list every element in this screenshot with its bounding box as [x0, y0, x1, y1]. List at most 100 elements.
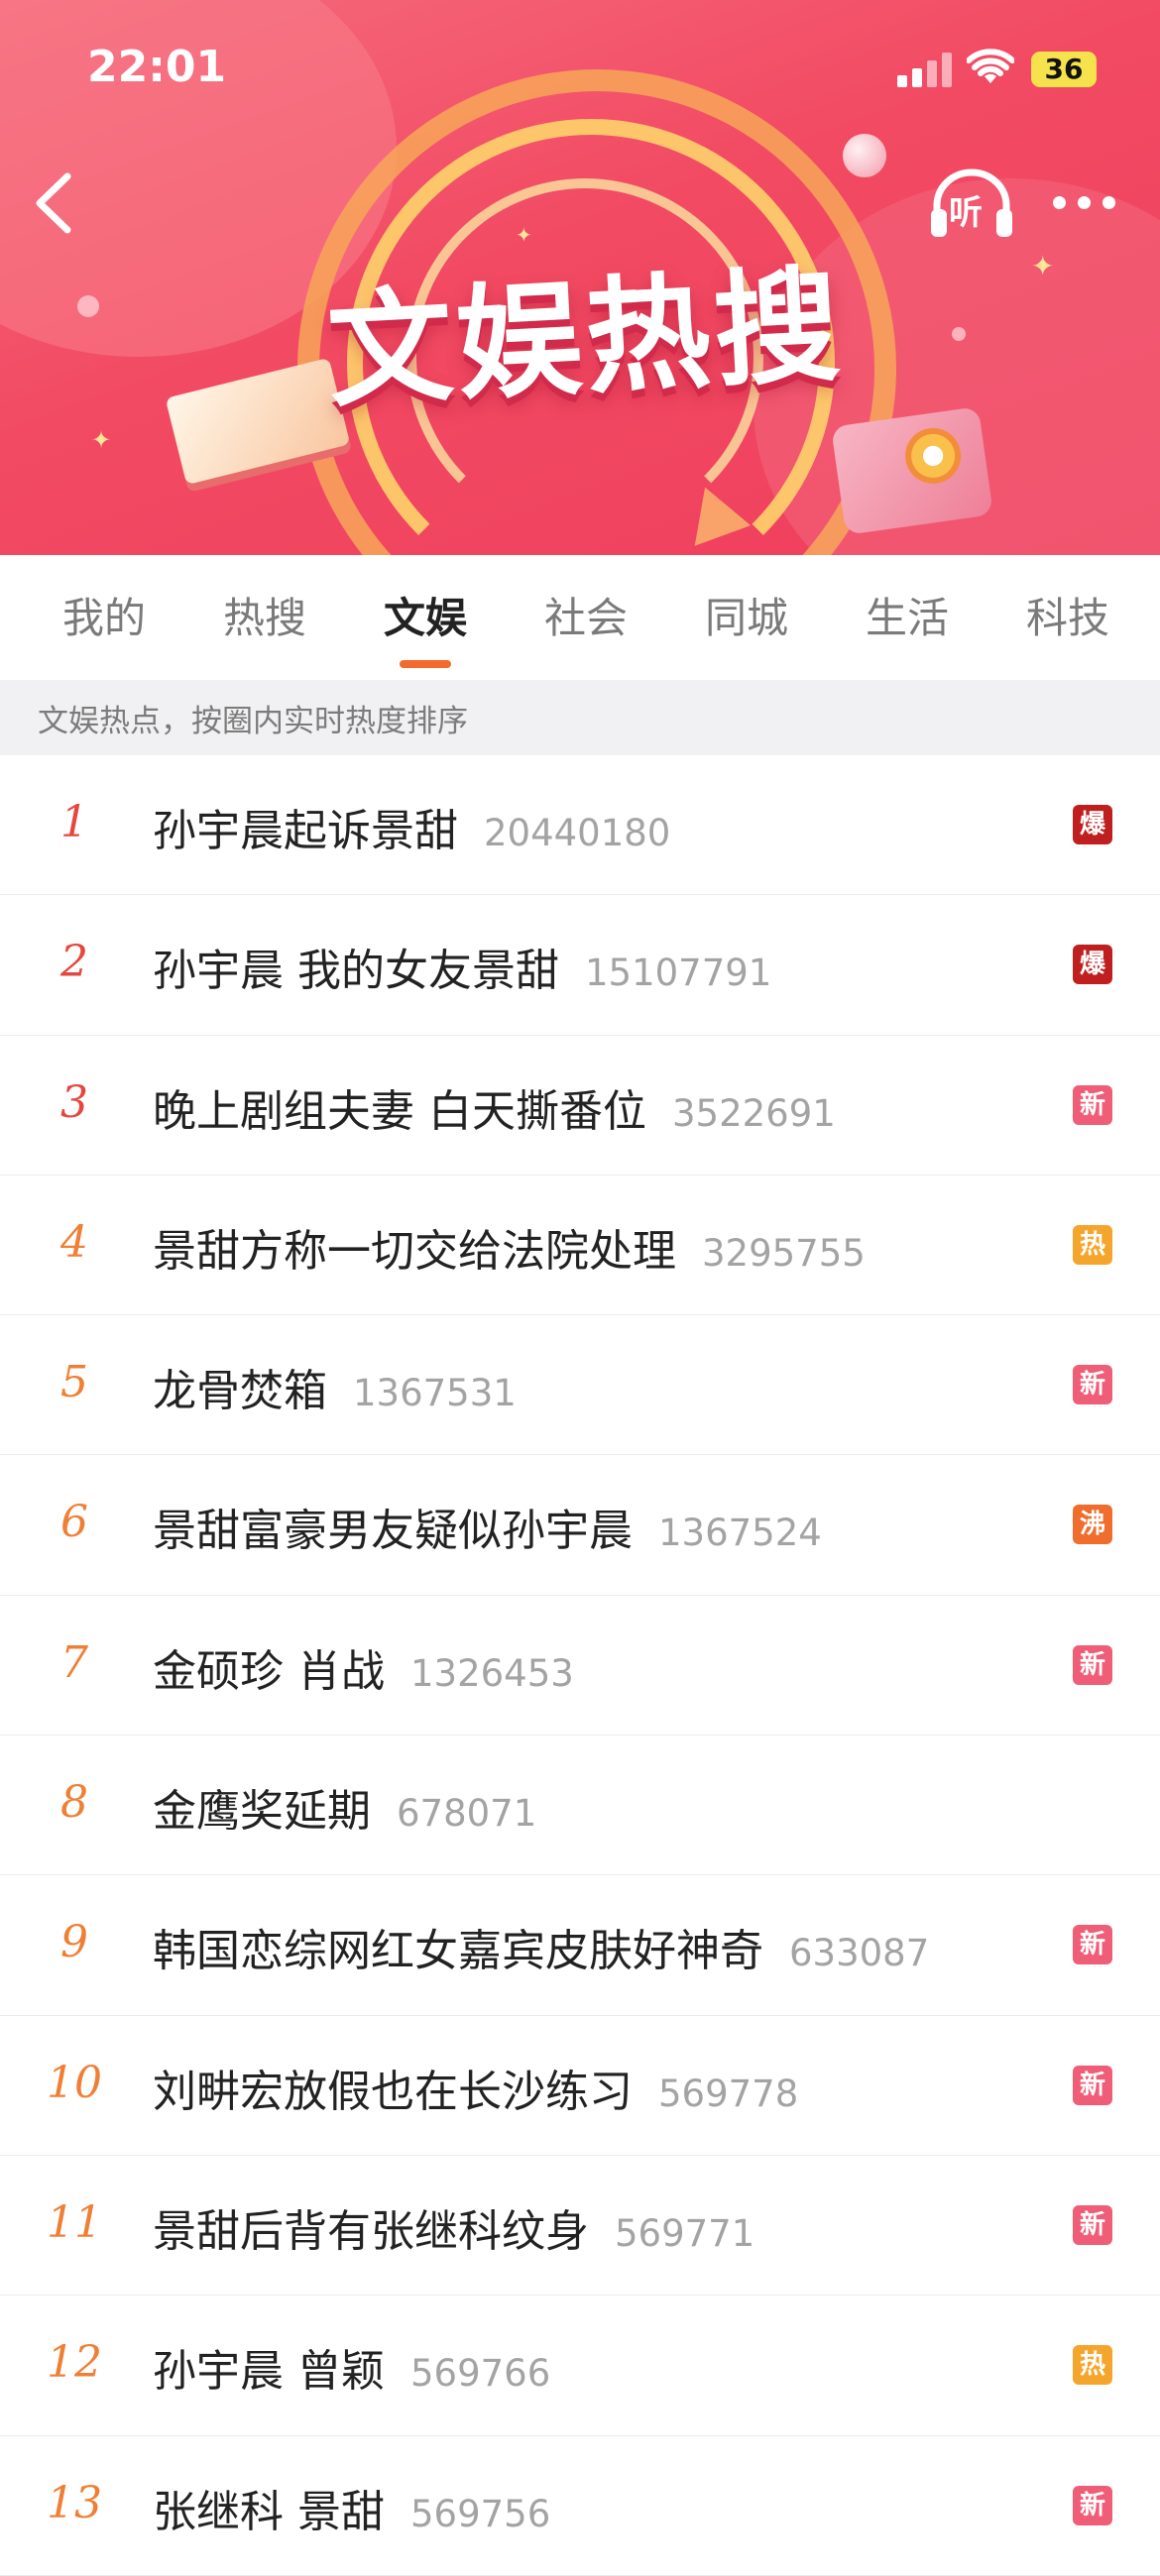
- heat-count: 20440180: [484, 812, 671, 854]
- item-title: 韩国恋综网红女嘉宾皮肤好神奇: [153, 1926, 763, 1977]
- tab-life[interactable]: 生活: [866, 585, 949, 645]
- status-time: 22:01: [87, 42, 227, 92]
- tab-local[interactable]: 同城: [705, 585, 788, 645]
- item-title-line: 晚上剧组夫妻 白天撕番位 3522691: [153, 1075, 836, 1139]
- listen-label: 听: [949, 193, 983, 233]
- item-title-line: 景甜富豪男友疑似孙宇晨 1367524: [153, 1495, 822, 1558]
- status-badge: 热: [1073, 2345, 1112, 2386]
- tab-hot-search[interactable]: 热搜: [223, 585, 306, 645]
- item-title-line: 刘畊宏放假也在长沙练习 569778: [153, 2056, 798, 2119]
- item-title: 孙宇晨 曾颖: [153, 2346, 385, 2398]
- more-options-button[interactable]: [1049, 188, 1120, 218]
- tab-entertainment[interactable]: 文娱: [384, 585, 467, 645]
- item-title: 景甜方称一切交给法院处理: [153, 1225, 676, 1277]
- list-description: 文娱热点，按圈内实时热度排序: [38, 704, 468, 739]
- sparkle-icon: ✦: [1031, 250, 1055, 282]
- item-title-line: 孙宇晨 曾颖 569766: [153, 2335, 550, 2399]
- hot-search-item[interactable]: 1 孙宇晨起诉景甜 20440180 爆: [0, 755, 1160, 896]
- hot-search-list: 1 孙宇晨起诉景甜 20440180 爆 2 孙宇晨 我的女友景甜 15107791 爆 3 晚上…: [0, 755, 1160, 2576]
- rank-number: 8: [60, 1777, 88, 1829]
- heat-count: 3295755: [702, 1231, 866, 1275]
- cellular-signal-icon: [897, 52, 953, 87]
- rank-number: 7: [60, 1636, 88, 1688]
- status-badge: 新: [1073, 1084, 1112, 1125]
- hot-search-item[interactable]: 6 景甜富豪男友疑似孙宇晨 1367524 沸: [0, 1455, 1160, 1596]
- rank-number: 3: [60, 1076, 88, 1128]
- tab-mine[interactable]: 我的: [62, 585, 146, 645]
- status-badge: 爆: [1073, 805, 1112, 844]
- dot: [1102, 196, 1115, 209]
- status-badge: 新: [1073, 2065, 1112, 2105]
- hot-search-item[interactable]: 9 韩国恋综网红女嘉宾皮肤好神奇 633087 新: [0, 1875, 1160, 2016]
- listen-button[interactable]: 听: [927, 164, 1016, 243]
- status-badge: 爆: [1073, 945, 1112, 985]
- banner-dot: [952, 327, 966, 341]
- heat-count: 678071: [397, 1792, 537, 1836]
- item-title: 景甜后背有张继科纹身: [153, 2205, 589, 2257]
- banner-dot: [77, 295, 99, 317]
- rank-number: 2: [60, 937, 88, 988]
- heat-count: 569756: [410, 2492, 551, 2535]
- rank-number: 1: [60, 797, 88, 847]
- heat-count: 1367524: [658, 1512, 822, 1555]
- heat-count: 1367531: [353, 1372, 517, 1415]
- item-title: 景甜富豪男友疑似孙宇晨: [153, 1506, 633, 1557]
- heat-count: 569766: [410, 2352, 551, 2396]
- hot-search-item[interactable]: 8 金鹰奖延期 678071: [0, 1736, 1160, 1876]
- tab-society[interactable]: 社会: [544, 585, 628, 645]
- hot-search-item[interactable]: 10 刘畊宏放假也在长沙练习 569778 新: [0, 2016, 1160, 2156]
- battery-indicator: 36: [1031, 52, 1097, 87]
- item-title-line: 龙骨焚箱 1367531: [153, 1355, 517, 1418]
- category-tabs: 我的 热搜 文娱 社会 同城 生活 科技: [0, 555, 1160, 680]
- rank-number: 5: [60, 1357, 88, 1408]
- camera-lens: [901, 424, 965, 488]
- hot-search-item[interactable]: 2 孙宇晨 我的女友景甜 15107791 爆: [0, 895, 1160, 1036]
- item-title: 孙宇晨 我的女友景甜: [153, 946, 559, 997]
- rank-number: 9: [60, 1917, 88, 1968]
- item-title-line: 金硕珍 肖战 1326453: [153, 1635, 574, 1699]
- item-title-line: 张继科 景甜 569756: [153, 2476, 550, 2539]
- item-title: 龙骨焚箱: [153, 1366, 327, 1417]
- item-title: 金鹰奖延期: [153, 1786, 371, 1838]
- rank-number: 4: [60, 1216, 88, 1268]
- item-title-line: 孙宇晨 我的女友景甜 15107791: [153, 935, 771, 998]
- item-title: 刘畊宏放假也在长沙练习: [153, 2066, 633, 2117]
- item-title-line: 景甜方称一切交给法院处理 3295755: [153, 1215, 866, 1279]
- status-badge: 沸: [1073, 1505, 1112, 1545]
- hot-search-item[interactable]: 5 龙骨焚箱 1367531 新: [0, 1315, 1160, 1456]
- hot-search-item[interactable]: 13 张继科 景甜 569756 新: [0, 2436, 1160, 2576]
- rank-number: 6: [60, 1497, 88, 1548]
- banner-title: 文娱热搜: [324, 252, 848, 425]
- hot-search-item[interactable]: 12 孙宇晨 曾颖 569766 热: [0, 2296, 1160, 2436]
- status-badge: 新: [1073, 1365, 1112, 1405]
- rank-number: 13: [47, 2477, 102, 2528]
- back-arrow-icon[interactable]: [28, 168, 79, 238]
- status-badge: 新: [1073, 1644, 1112, 1685]
- item-title: 金硕珍 肖战: [153, 1645, 385, 1697]
- active-tab-indicator: [400, 660, 451, 668]
- heat-count: 633087: [789, 1932, 930, 1975]
- wifi-icon: [967, 49, 1014, 83]
- heat-count: 1326453: [410, 1651, 574, 1695]
- rank-number: 12: [47, 2337, 102, 2389]
- sparkle-icon: ✦: [91, 426, 112, 454]
- status-badge: 新: [1073, 2485, 1112, 2525]
- status-badge: 新: [1073, 2204, 1112, 2245]
- planet-icon: [843, 134, 886, 177]
- item-title-line: 韩国恋综网红女嘉宾皮肤好神奇 633087: [153, 1915, 929, 1978]
- hot-search-item[interactable]: 7 金硕珍 肖战 1326453 新: [0, 1596, 1160, 1736]
- item-title: 晚上剧组夫妻 白天撕番位: [153, 1085, 646, 1137]
- item-title-line: 金鹰奖延期 678071: [153, 1775, 536, 1839]
- camera-illustration: [831, 406, 993, 535]
- hot-search-item[interactable]: 11 景甜后背有张继科纹身 569771 新: [0, 2156, 1160, 2296]
- hot-search-item[interactable]: 4 景甜方称一切交给法院处理 3295755 热: [0, 1176, 1160, 1316]
- heat-count: 569778: [658, 2072, 799, 2115]
- hot-search-item[interactable]: 3 晚上剧组夫妻 白天撕番位 3522691 新: [0, 1036, 1160, 1176]
- dot: [1078, 196, 1091, 209]
- list-description-bar: 文娱热点，按圈内实时热度排序: [0, 680, 1160, 755]
- tab-tech[interactable]: 科技: [1026, 585, 1109, 645]
- header-banner: ✦ ✦ ✦ 文娱热搜 22:01 36 听: [0, 0, 1160, 555]
- dot: [1053, 196, 1066, 209]
- heat-count: 569771: [615, 2211, 755, 2255]
- item-title: 孙宇晨起诉景甜: [153, 806, 458, 856]
